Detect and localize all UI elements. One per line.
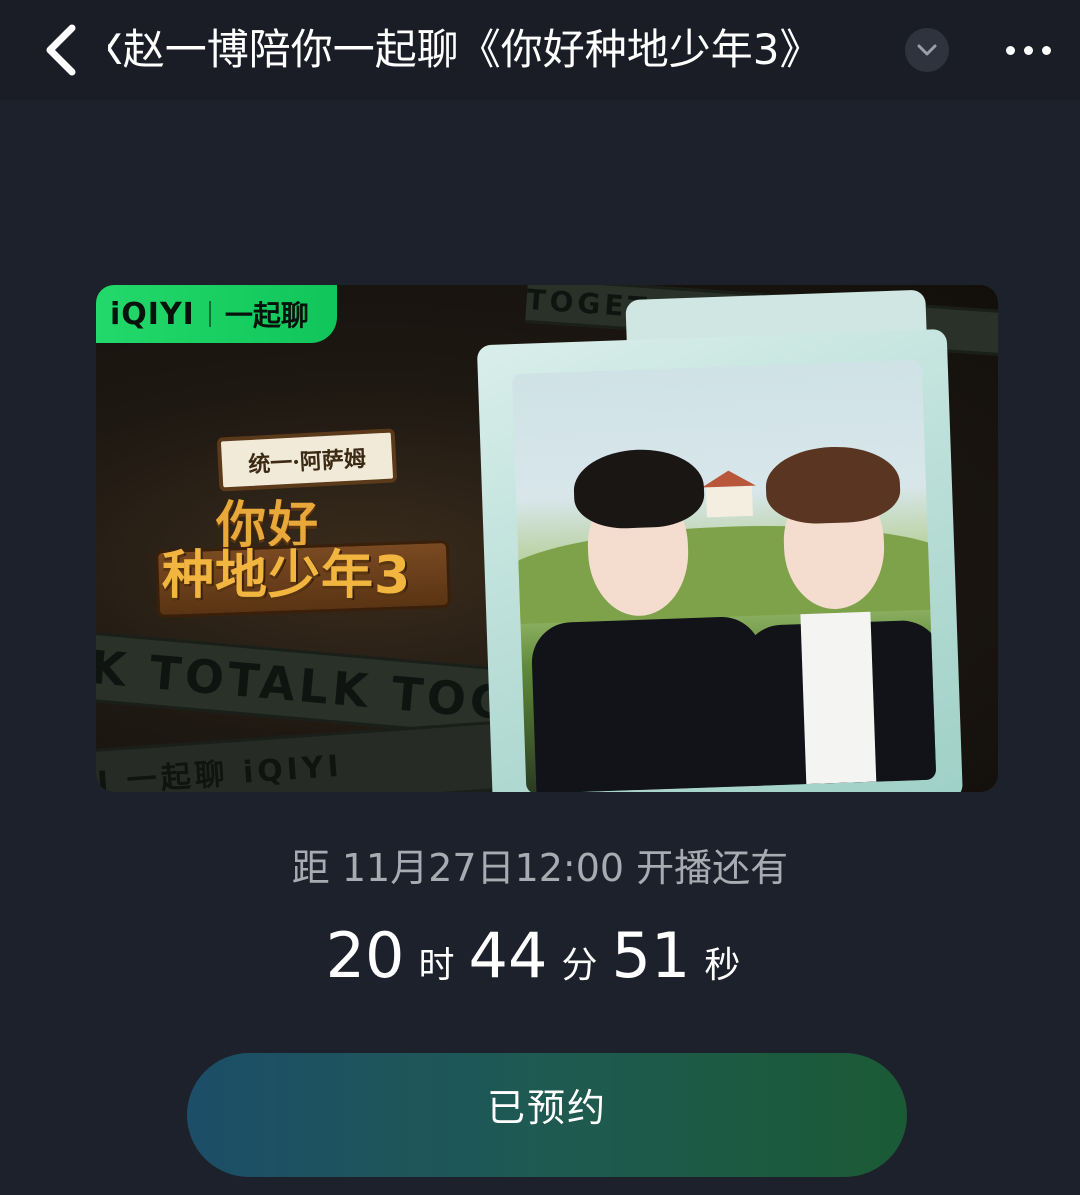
countdown-seconds-unit: 秒 [704,945,741,986]
more-options-button[interactable] [996,30,1060,70]
iqiyi-logo: iQIYI [110,296,195,332]
more-icon-dot [1041,45,1051,55]
guest-photo-card [475,289,963,792]
show-title-line2: 种地少年3 [162,546,412,606]
page-title-text: X赵一博陪你一起聊《你好种地少年3》 [108,25,822,74]
chevron-down-icon [917,44,937,56]
chevron-left-icon [46,24,76,76]
expand-title-button[interactable] [905,28,949,72]
countdown-hours: 20 [325,919,405,992]
countdown-minutes: 44 [468,919,548,992]
live-cover-banner: TOGET LK TOTALK TOG IYI 一起聊 iQIYI iQIYI … [96,285,998,792]
brand-badge: iQIYI 一起聊 [96,285,337,343]
back-button[interactable] [30,18,94,82]
more-icon-dot [1023,45,1033,55]
brand-name: 一起聊 [224,299,309,332]
top-bar: X赵一博陪你一起聊《你好种地少年3》 [0,0,1080,100]
countdown-minutes-unit: 分 [561,945,598,986]
show-logo: 统一·阿萨姆 你好 种地少年3 [154,425,456,625]
more-icon-dot [1005,45,1015,55]
countdown-hours-unit: 时 [418,945,455,986]
guest-photo [511,359,937,792]
countdown-seconds: 51 [611,919,691,992]
page-title: X赵一博陪你一起聊《你好种地少年3》 [108,20,898,80]
reserve-button[interactable]: 已预约 [187,1053,907,1177]
countdown-label: 距 11月27日12:00 开播还有 [291,846,789,890]
guest-left [524,426,767,792]
live-preview-page: X赵一博陪你一起聊《你好种地少年3》 TOGET LK TOTALK TOG I… [0,0,1080,1195]
show-sponsor-sign: 统一·阿萨姆 [216,428,398,492]
guest-right [734,419,937,787]
reserve-button-label: 已预约 [486,1085,607,1130]
brand-divider [208,301,211,327]
countdown-timer: 20 时 44 分 51 秒 [0,918,1080,994]
